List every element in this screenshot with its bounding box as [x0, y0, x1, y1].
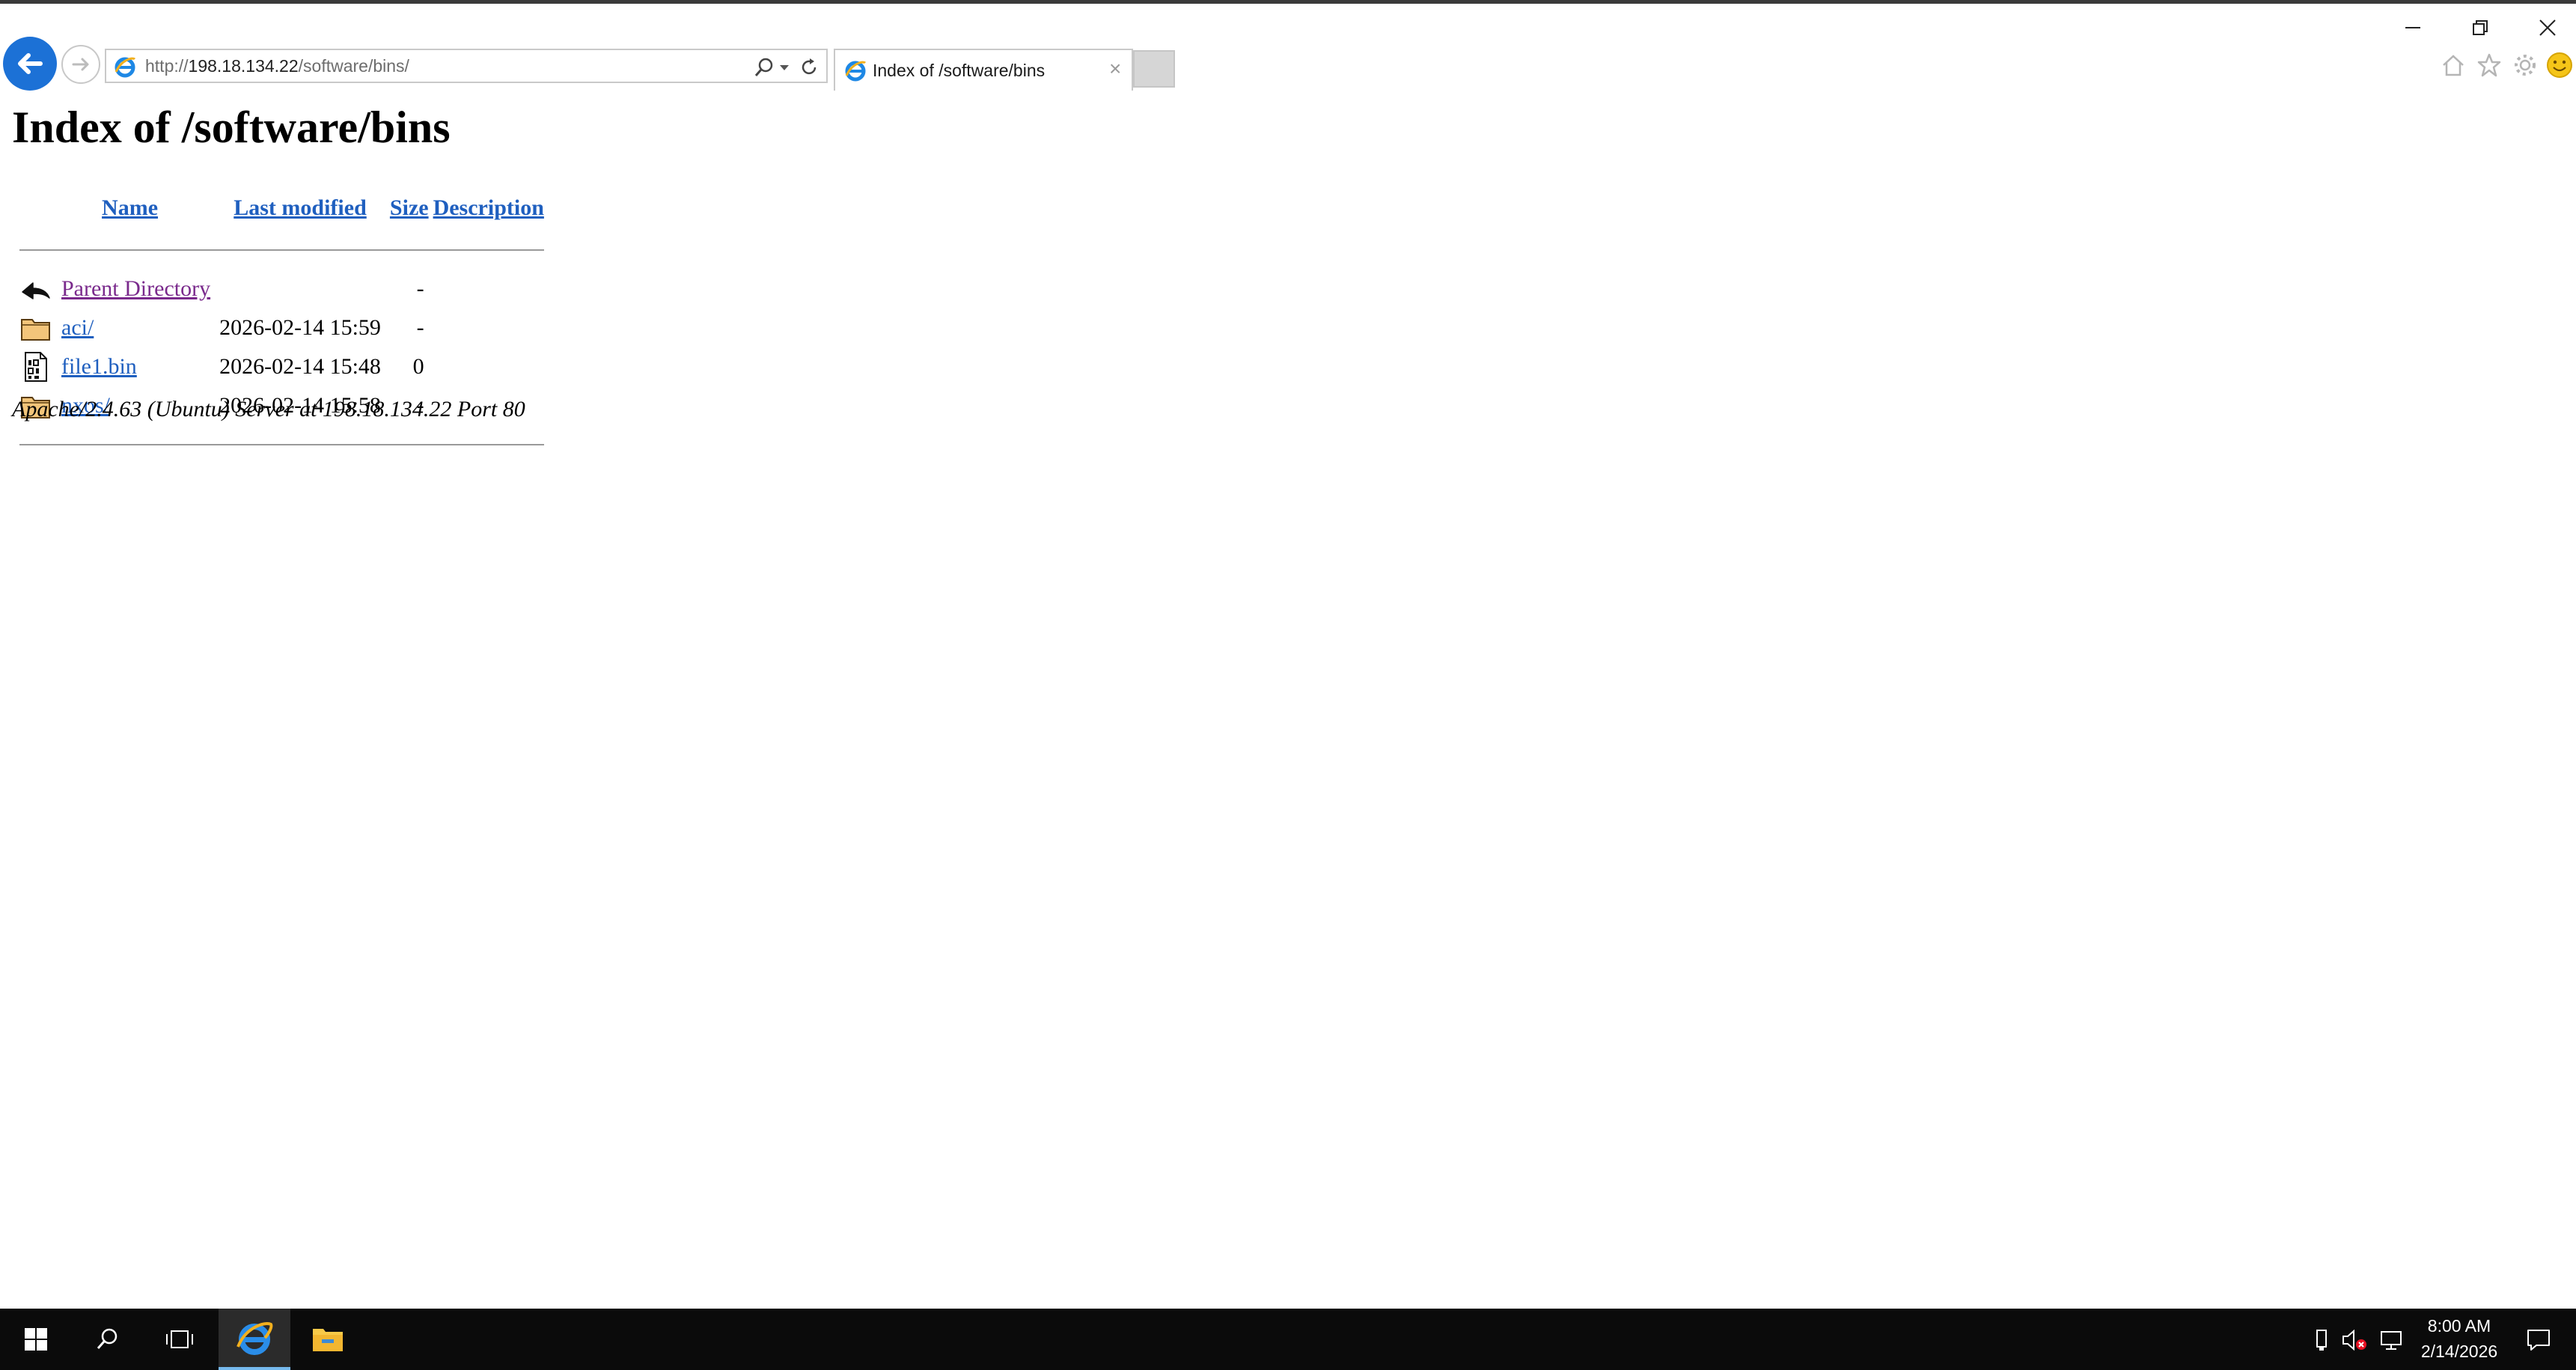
star-icon	[2477, 53, 2501, 77]
row-modified: 2026-02-14 15:48	[219, 354, 381, 379]
chevron-down-icon[interactable]	[777, 56, 792, 79]
browser-toolbar: http://198.18.134.22/software/bins/ Inde…	[0, 4, 2576, 91]
sort-by-size-link[interactable]: Size	[390, 195, 429, 220]
clock-date: 2/14/2026	[2420, 1342, 2498, 1361]
back-arrow-icon	[22, 282, 50, 299]
refresh-icon[interactable]	[798, 56, 820, 79]
smiley-icon	[2547, 52, 2572, 78]
tab-close-icon[interactable]: ×	[1109, 58, 1121, 80]
parent-directory-link[interactable]: Parent Directory	[61, 276, 210, 301]
home-icon	[2443, 55, 2464, 76]
page-favicon-icon	[115, 57, 136, 78]
arrow-left-icon	[18, 53, 43, 74]
row-modified: 2026-02-14 15:59	[219, 315, 381, 340]
speaker-muted-icon	[2342, 1329, 2366, 1351]
task-view-icon	[166, 1330, 193, 1348]
minimize-button[interactable]	[2390, 11, 2435, 44]
sort-by-last-modified-link[interactable]: Last modified	[234, 195, 367, 220]
footer-rule	[19, 444, 544, 445]
header-rule	[19, 249, 544, 251]
file-explorer-taskbar-button[interactable]	[292, 1309, 364, 1370]
footer-separator	[15, 425, 549, 464]
server-signature: Apache/2.4.63 (Ubuntu) Server at 198.18.…	[12, 397, 525, 421]
row-size: -	[416, 276, 424, 301]
notification-icon	[2527, 1330, 2550, 1351]
directory-listing: Name Last modified Size Description Pare…	[15, 186, 549, 464]
row-size: -	[416, 315, 424, 340]
internet-explorer-icon	[236, 1322, 273, 1355]
table-row: aci/ 2026-02-14 15:59 -	[15, 308, 549, 347]
file-link-file1-bin[interactable]: file1.bin	[61, 354, 137, 379]
usb-icon	[2316, 1330, 2327, 1351]
page-title: Index of /software/bins	[12, 103, 451, 152]
row-description	[429, 308, 549, 347]
row-modified	[215, 270, 385, 308]
address-url: http://198.18.134.22/software/bins/	[145, 55, 409, 77]
tab-active[interactable]: Index of /software/bins ×	[834, 49, 1133, 91]
tab-title: Index of /software/bins	[873, 61, 1046, 80]
start-button[interactable]	[0, 1309, 72, 1370]
minimize-icon	[2405, 27, 2420, 28]
network-icon[interactable]	[2377, 1325, 2407, 1355]
folder-icon	[21, 319, 50, 341]
tab-favicon-icon	[845, 61, 867, 82]
gear-icon	[2515, 55, 2536, 76]
sort-by-name-link[interactable]: Name	[102, 195, 158, 220]
restore-icon	[2473, 20, 2488, 35]
row-description	[429, 270, 549, 308]
icon-column-header	[15, 186, 57, 231]
task-view-button[interactable]	[144, 1309, 216, 1370]
row-description	[429, 347, 549, 386]
url-host: 198.18.134.22	[188, 56, 299, 76]
volume-muted-icon[interactable]	[2340, 1325, 2369, 1355]
restore-button[interactable]	[2458, 11, 2503, 44]
binary-file-icon	[25, 352, 47, 382]
windows-logo-icon	[25, 1328, 47, 1351]
settings-button[interactable]	[2510, 50, 2540, 80]
search-icon[interactable]	[753, 56, 775, 79]
folder-link-aci[interactable]: aci/	[61, 315, 94, 340]
new-tab-button[interactable]	[1133, 50, 1175, 88]
home-button[interactable]	[2438, 50, 2468, 80]
action-center-button[interactable]	[2524, 1325, 2554, 1355]
taskbar: 8:00 AM 2/14/2026	[0, 1309, 2576, 1370]
page-content: Index of /software/bins Name Last modifi…	[12, 97, 544, 445]
search-taskbar-button[interactable]	[72, 1309, 144, 1370]
listing-header-row: Name Last modified Size Description	[15, 186, 549, 231]
back-button[interactable]	[3, 37, 57, 91]
arrow-right-icon	[72, 58, 89, 71]
internet-explorer-taskbar-button[interactable]	[219, 1309, 290, 1370]
favorites-button[interactable]	[2474, 50, 2504, 80]
sort-by-description-link[interactable]: Description	[433, 195, 544, 220]
url-prefix: http://	[145, 56, 189, 76]
close-window-button[interactable]	[2525, 11, 2570, 44]
header-separator	[15, 231, 549, 270]
file-explorer-icon	[313, 1329, 343, 1351]
clock-time: 8:00 AM	[2427, 1316, 2491, 1336]
url-path: /software/bins/	[298, 56, 409, 76]
taskbar-clock[interactable]: 8:00 AM 2/14/2026	[2407, 1313, 2512, 1364]
feedback-button[interactable]	[2545, 50, 2575, 80]
network-monitor-icon	[2381, 1331, 2402, 1350]
usb-device-icon[interactable]	[2307, 1325, 2337, 1355]
table-row: file1.bin 2026-02-14 15:48 0	[15, 347, 549, 386]
address-bar[interactable]: http://198.18.134.22/software/bins/	[105, 49, 828, 83]
close-icon	[2539, 19, 2556, 36]
search-icon	[97, 1328, 117, 1349]
forward-button[interactable]	[61, 45, 100, 84]
row-size: 0	[412, 354, 424, 379]
table-row: Parent Directory -	[15, 270, 549, 308]
